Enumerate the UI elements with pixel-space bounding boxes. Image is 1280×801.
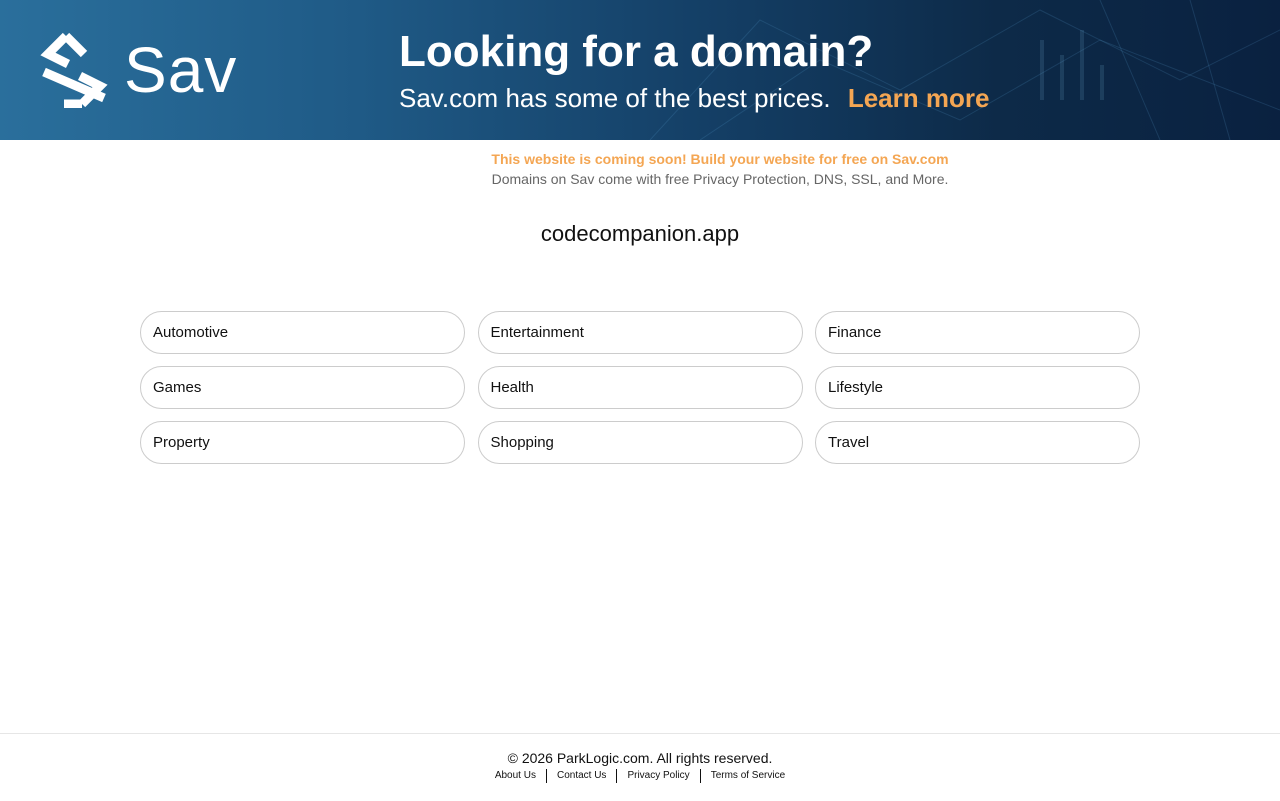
category-grid: Automotive Entertainment Finance Games H…	[140, 311, 1140, 464]
banner-subtitle: Sav.com has some of the best prices. Lea…	[399, 82, 989, 114]
footer-link-contact-us[interactable]: Contact Us	[545, 769, 616, 783]
category-entertainment[interactable]: Entertainment	[477, 311, 803, 354]
coming-soon-headline[interactable]: This website is coming soon! Build your …	[480, 149, 960, 169]
category-property[interactable]: Property	[140, 421, 465, 464]
promo-banner[interactable]: Sav Looking for a domain? Sav.com has so…	[0, 0, 1280, 140]
coming-soon-details: Domains on Sav come with free Privacy Pr…	[491, 171, 949, 187]
banner-title: Looking for a domain?	[399, 27, 874, 76]
category-finance[interactable]: Finance	[815, 311, 1140, 354]
category-automotive[interactable]: Automotive	[140, 311, 465, 354]
logo-wordmark: Sav	[124, 34, 238, 106]
domain-name: codecompanion.app	[540, 221, 740, 246]
footer-link-privacy-policy[interactable]: Privacy Policy	[616, 769, 699, 783]
footer-links: About Us Contact Us Privacy Policy Terms…	[0, 769, 1280, 783]
footer-link-about-us[interactable]: About Us	[485, 769, 546, 783]
category-lifestyle[interactable]: Lifestyle	[815, 366, 1140, 409]
sav-logo-icon	[40, 32, 108, 108]
category-shopping[interactable]: Shopping	[477, 421, 803, 464]
sav-logo[interactable]: Sav	[40, 32, 237, 108]
copyright-text: © 2026 ParkLogic.com. All rights reserve…	[507, 750, 773, 766]
footer-link-terms-of-service[interactable]: Terms of Service	[699, 769, 795, 783]
learn-more-link[interactable]: Learn more	[848, 83, 990, 113]
category-health[interactable]: Health	[477, 366, 803, 409]
footer: © 2026 ParkLogic.com. All rights reserve…	[0, 733, 1280, 801]
category-games[interactable]: Games	[140, 366, 465, 409]
coming-soon-notice: This website is coming soon! Build your …	[480, 149, 960, 189]
category-travel[interactable]: Travel	[815, 421, 1140, 464]
banner-subtitle-text: Sav.com has some of the best prices.	[399, 83, 831, 113]
